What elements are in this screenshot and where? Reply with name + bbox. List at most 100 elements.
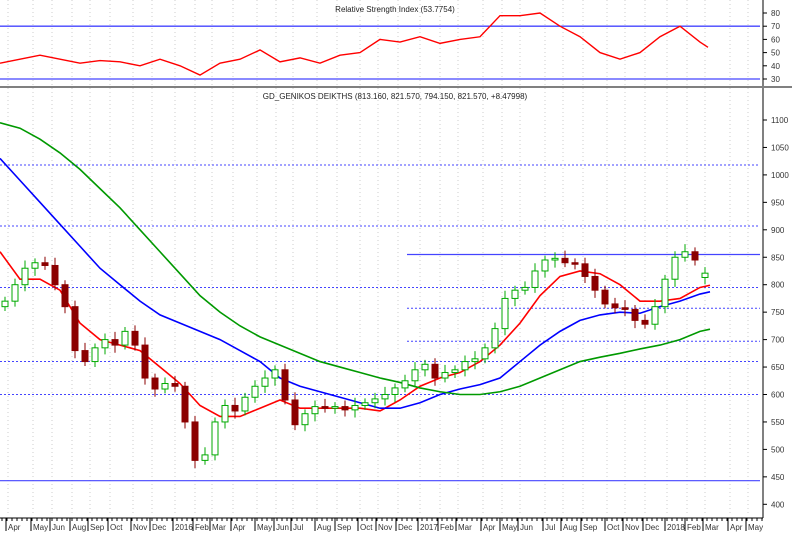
moving-average-line <box>0 251 711 418</box>
price-y-tick-label: 600 <box>771 391 785 400</box>
candle-down <box>291 399 299 426</box>
candle-down <box>691 251 699 261</box>
moving-average-line <box>0 121 711 396</box>
candle-down <box>571 262 579 265</box>
candle-down <box>581 263 589 277</box>
candle-down <box>601 289 609 305</box>
x-tick-label: Feb <box>195 523 209 532</box>
candle-up <box>661 278 669 308</box>
candle-down <box>71 306 79 352</box>
candle-down <box>641 319 649 325</box>
x-tick-label: Oct <box>360 523 373 532</box>
x-tick-label: Oct <box>110 523 123 532</box>
candle-down <box>631 308 639 321</box>
candle-up <box>211 421 219 456</box>
candle-down <box>181 385 189 423</box>
price-y-tick-label: 850 <box>771 253 785 262</box>
candle-down <box>231 404 239 412</box>
candle-up <box>251 385 259 398</box>
x-tick-label: Dec <box>398 523 412 532</box>
candle-down <box>131 330 139 346</box>
candle-up <box>201 454 209 461</box>
x-tick-label: Sep <box>90 523 105 532</box>
price-y-tick-label: 900 <box>771 226 785 235</box>
candle-up <box>261 377 269 387</box>
candle-up <box>391 387 399 395</box>
x-tick-label: Jul <box>545 523 555 532</box>
candle-up <box>381 394 389 400</box>
price-y-tick-label: 650 <box>771 363 785 372</box>
x-tick-label: May <box>257 523 272 532</box>
x-tick-label: Sep <box>337 523 352 532</box>
x-tick-label: Nov <box>133 523 147 532</box>
candle-up <box>521 286 529 291</box>
x-tick-label: 2016 <box>175 523 193 532</box>
candle-up <box>271 369 279 379</box>
candle-up <box>1 300 9 308</box>
candle-up <box>101 339 109 349</box>
candle-up <box>441 372 449 379</box>
candle-up <box>121 330 129 346</box>
price-y-tick-label: 700 <box>771 336 785 345</box>
x-tick-label: May <box>502 523 517 532</box>
candle-down <box>61 284 69 308</box>
candle-up <box>491 328 499 349</box>
price-y-tick-label: 500 <box>771 445 785 454</box>
candle-down <box>81 350 89 363</box>
candle-up <box>701 272 709 278</box>
candle-up <box>651 306 659 325</box>
x-tick-label: 2017 <box>420 523 438 532</box>
price-y-tick-label: 1050 <box>771 143 789 152</box>
x-tick-label: Apr <box>233 523 246 532</box>
x-tick-label: Jun <box>52 523 65 532</box>
rsi-y-tick-label: 40 <box>771 62 780 71</box>
price-title: GD_GENIKOS DEIKTHS (813.160, 821.570, 79… <box>263 92 528 101</box>
rsi-y-tick-label: 30 <box>771 75 780 84</box>
candle-down <box>321 406 329 409</box>
x-tick-label: Aug <box>563 523 577 532</box>
x-tick-label: Nov <box>625 523 639 532</box>
x-tick-label: Apr <box>730 523 743 532</box>
candle-up <box>531 270 539 288</box>
candle-down <box>341 406 349 411</box>
candle-up <box>21 267 29 286</box>
candle-up <box>361 402 369 406</box>
candle-up <box>221 404 229 423</box>
candle-down <box>111 339 119 346</box>
candle-up <box>481 347 489 360</box>
candle-up <box>31 262 39 269</box>
stock-chart: 30 40 50 60 70 80 Relative Strength Index (53… <box>0 0 792 532</box>
x-tick-label: Mar <box>212 523 226 532</box>
candle-up <box>461 361 469 371</box>
rsi-y-tick-label: 70 <box>771 22 780 31</box>
candle-up <box>541 259 549 272</box>
price-panel: 400 450 500 550 600 650 700 750 800 850 900 950 1000… <box>0 88 789 532</box>
x-tick-label: Apr <box>8 523 21 532</box>
price-y-tick-label: 800 <box>771 281 785 290</box>
price-y-tick-label: 400 <box>771 500 785 509</box>
x-tick-label: Mar <box>458 523 472 532</box>
candle-down <box>431 363 439 379</box>
candle-down <box>281 369 289 401</box>
x-tick-label: Jun <box>520 523 533 532</box>
candle-up <box>451 369 459 374</box>
x-tick-label: Feb <box>440 523 454 532</box>
x-tick-label: Aug <box>317 523 331 532</box>
candle-down <box>41 262 49 266</box>
candle-up <box>551 257 559 261</box>
candle-down <box>171 383 179 387</box>
rsi-title: Relative Strength Index (53.7754) <box>335 5 455 14</box>
price-y-tick-label: 450 <box>771 473 785 482</box>
candle-down <box>611 303 619 309</box>
rsi-line <box>0 12 709 76</box>
price-y-tick-label: 750 <box>771 308 785 317</box>
candle-up <box>301 413 309 426</box>
candle-down <box>141 344 149 379</box>
candle-up <box>241 396 249 412</box>
candle-up <box>511 289 519 299</box>
candle-up <box>411 369 419 382</box>
x-tick-label: Jun <box>276 523 289 532</box>
candle-down <box>561 257 569 264</box>
x-tick-label: Jul <box>293 523 303 532</box>
candle-up <box>351 404 359 411</box>
